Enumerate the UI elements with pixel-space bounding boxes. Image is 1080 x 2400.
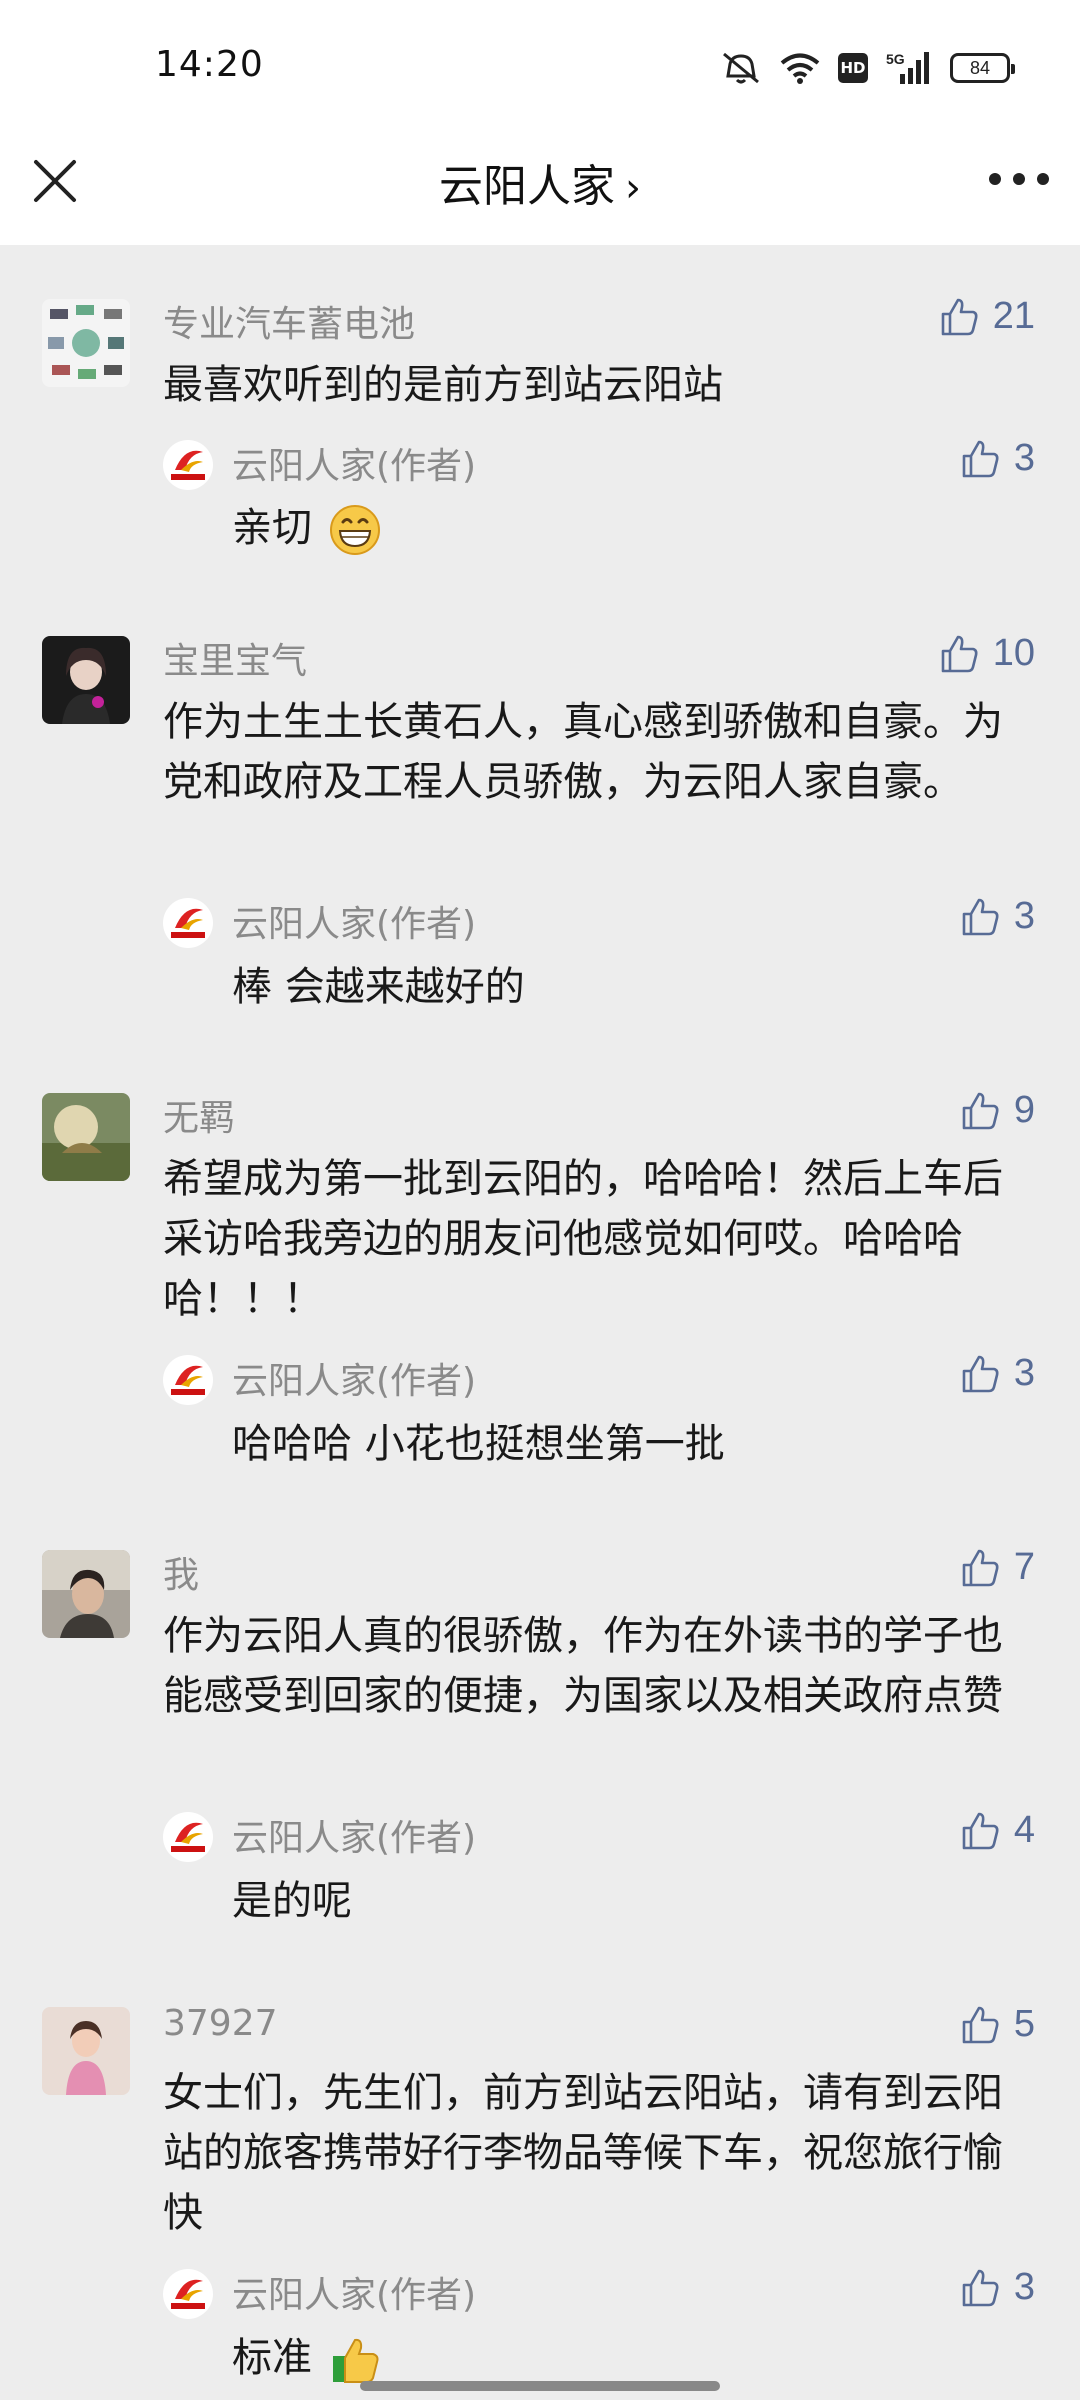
like-button[interactable]: 9 (960, 1089, 1035, 1132)
like-button[interactable]: 21 (939, 295, 1035, 338)
status-time: 14:20 (155, 44, 264, 85)
like-button[interactable]: 3 (960, 895, 1035, 938)
author-avatar[interactable] (163, 440, 213, 490)
like-button[interactable]: 3 (960, 437, 1035, 480)
comment-text: 最喜欢听到的是前方到站云阳站 (163, 362, 723, 408)
reply-nickname[interactable]: 云阳人家(作者) (232, 1352, 476, 1404)
like-button[interactable]: 5 (960, 2003, 1035, 2046)
like-count: 3 (1013, 895, 1035, 937)
avatar[interactable] (42, 2007, 130, 2095)
page-title-text: 云阳人家 (439, 161, 615, 212)
avatar[interactable] (42, 1550, 130, 1638)
reply-nickname[interactable]: 云阳人家(作者) (232, 437, 476, 489)
thumbs-up-icon (962, 440, 999, 477)
reply-text-content: 标准 (232, 2335, 312, 2381)
like-count: 4 (1013, 1809, 1035, 1851)
like-count: 10 (992, 632, 1035, 674)
like-count: 5 (1013, 2003, 1035, 2045)
avatar[interactable] (42, 636, 130, 724)
reply-text: 亲切 (232, 495, 381, 556)
chevron-right-icon: › (625, 165, 641, 211)
comment-nickname[interactable]: 无羁 (163, 1089, 235, 1141)
thumbs-up-icon (962, 1355, 999, 1392)
thumbs-up-icon (941, 635, 978, 672)
status-bar: 14:20 HD 5G 84 (0, 0, 1080, 140)
like-button[interactable]: 7 (960, 1546, 1035, 1589)
reply-nickname[interactable]: 云阳人家(作者) (232, 895, 476, 947)
home-indicator[interactable] (360, 2381, 720, 2391)
signal-icon: 5G (886, 51, 929, 84)
like-button[interactable]: 3 (960, 1352, 1035, 1395)
reply-nickname[interactable]: 云阳人家(作者) (232, 2266, 476, 2318)
reply-text: 是的呢 (232, 1878, 352, 1924)
svg-text:5G: 5G (886, 51, 905, 67)
thumbs-up-icon (962, 1549, 999, 1586)
author-avatar[interactable] (163, 1355, 213, 1405)
wifi-icon (780, 53, 820, 84)
like-count: 7 (1013, 1546, 1035, 1588)
hd-badge: HD (838, 53, 868, 83)
comment-nickname[interactable]: 我 (163, 1546, 199, 1598)
comment-text: 希望成为第一批到云阳的，哈哈哈！然后上车后采访哈我旁边的朋友问他感觉如何哎。哈哈… (163, 1156, 1003, 1322)
like-button[interactable]: 10 (939, 632, 1035, 675)
page-title[interactable]: 云阳人家 › (0, 150, 1080, 214)
like-count: 3 (1013, 2266, 1035, 2308)
author-avatar[interactable] (163, 2269, 213, 2319)
like-button[interactable]: 3 (960, 2266, 1035, 2309)
thumbs-up-icon (962, 1092, 999, 1129)
thumbs-up-icon (962, 2269, 999, 2306)
like-count: 3 (1013, 1352, 1035, 1394)
comment-text: 女士们，先生们，前方到站云阳站，请有到云阳站的旅客携带好行李物品等候下车，祝您旅… (163, 2070, 1003, 2236)
battery-indicator: 84 (950, 53, 1015, 83)
author-avatar[interactable] (163, 898, 213, 948)
mute-icon (723, 52, 759, 84)
comment-nickname[interactable]: 宝里宝气 (163, 632, 307, 684)
more-icon[interactable] (986, 164, 1052, 194)
avatar[interactable] (42, 299, 130, 387)
comment-text: 作为云阳人真的很骄傲，作为在外读书的学子也能感受到回家的便捷，为国家以及相关政府… (163, 1613, 1003, 1719)
author-avatar[interactable] (163, 1812, 213, 1862)
thumbs-up-icon (962, 1812, 999, 1849)
reply-nickname[interactable]: 云阳人家(作者) (232, 1809, 476, 1861)
top-bar: 14:20 HD 5G 84 云阳人家 › (0, 0, 1080, 245)
reply-text: 标准 (232, 2325, 381, 2386)
like-button[interactable]: 4 (960, 1809, 1035, 1852)
thumbs-up-icon (962, 2006, 999, 2043)
comment-list: 专业汽车蓄电池 21 最喜欢听到的是前方到站云阳站 云阳人家(作者) 3 亲切 (0, 245, 1080, 2400)
like-count: 3 (1013, 437, 1035, 479)
reply-text-content: 亲切 (232, 505, 312, 551)
comment-nickname[interactable]: 专业汽车蓄电池 (163, 295, 415, 347)
thumbs-up-emoji-icon (332, 2338, 379, 2383)
like-count: 9 (1013, 1089, 1035, 1131)
like-count: 21 (992, 295, 1035, 337)
thumbs-up-icon (941, 298, 978, 335)
comment-text: 作为土生土长黄石人，真心感到骄傲和自豪。为党和政府及工程人员骄傲，为云阳人家自豪… (163, 699, 1003, 805)
thumbs-up-icon (962, 898, 999, 935)
nav-bar: 云阳人家 › (0, 140, 1080, 245)
grinning-emoji-icon (329, 505, 380, 555)
reply-text: 哈哈哈 小花也挺想坐第一批 (232, 1421, 725, 1467)
status-icons: HD 5G 84 (720, 48, 1015, 88)
avatar[interactable] (42, 1093, 130, 1181)
comment-nickname[interactable]: 37927 (163, 2003, 278, 2044)
reply-text: 棒 会越来越好的 (232, 964, 525, 1010)
